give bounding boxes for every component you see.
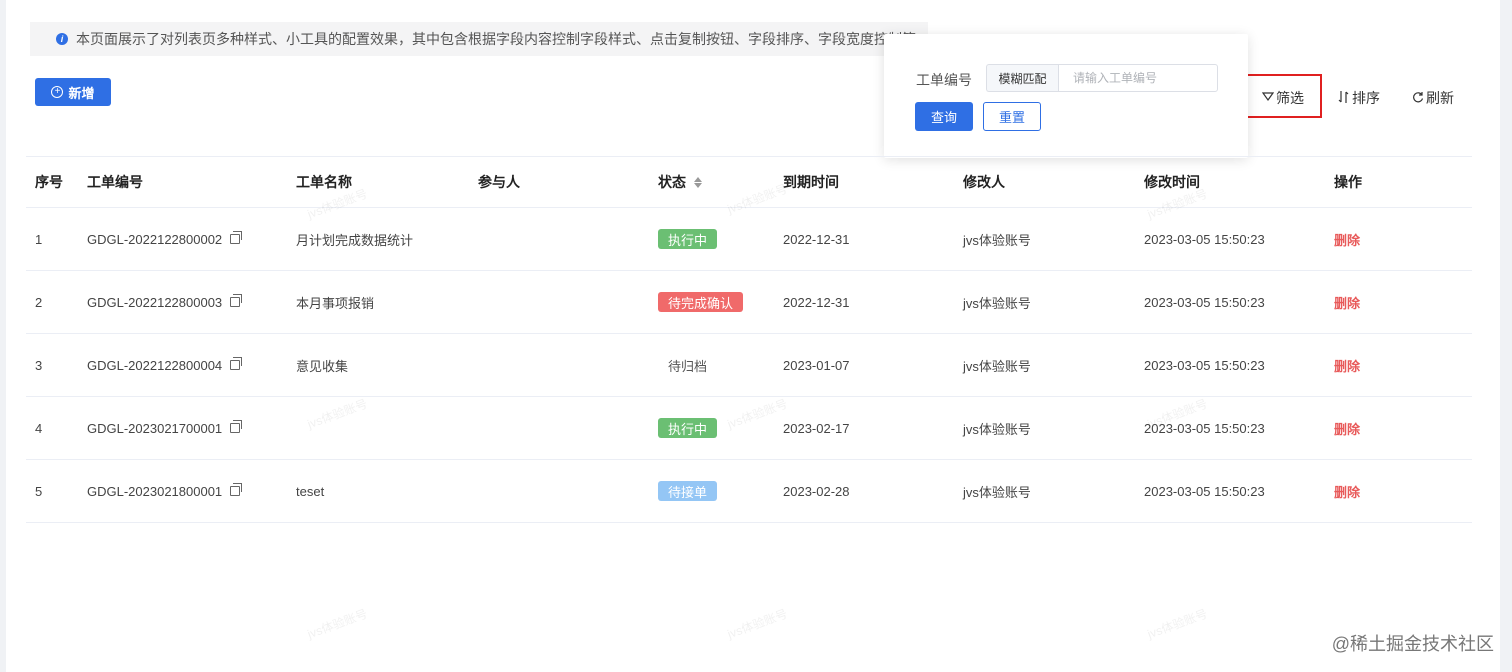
- delete-link[interactable]: 删除: [1334, 293, 1360, 312]
- cell-modifier: jvs体验账号: [963, 421, 1031, 437]
- filter-label: 筛选: [1276, 90, 1304, 106]
- cell-index: 4: [35, 420, 43, 436]
- cell-index: 2: [35, 294, 43, 310]
- filter-button[interactable]: 筛选: [1261, 88, 1304, 108]
- cell-code-text: GDGL-2023021700001: [87, 420, 223, 436]
- cell-code-text: GDGL-2023021800001: [87, 483, 223, 499]
- watermark-text: jvs体验账号: [305, 606, 370, 642]
- table-row: 5 GDGL-2023021800001 teset 待接单 2023-02-28 jvs…: [26, 460, 1472, 523]
- cell-status: 执行中: [658, 229, 718, 249]
- filter-popover: 工单编号 模糊匹配 查询 重置: [884, 34, 1248, 158]
- refresh-icon: [1412, 90, 1424, 106]
- cell-name: teset: [296, 483, 325, 499]
- table-row: 3 GDGL-2022122800004 意见收集 待归档 2023-01-07 jvs体…: [26, 334, 1472, 397]
- refresh-label: 刷新: [1426, 90, 1454, 106]
- col-header-code: 工单编号: [87, 174, 143, 190]
- cell-code-text: GDGL-2022122800004: [87, 357, 223, 373]
- refresh-button[interactable]: 刷新: [1412, 88, 1454, 108]
- copy-icon[interactable]: [230, 420, 243, 433]
- cell-modified: 2023-03-05 15:50:23: [1144, 294, 1265, 310]
- status-badge: 执行中: [658, 418, 718, 438]
- col-header-status[interactable]: 状态: [658, 172, 702, 192]
- cell-due: 2022-12-31: [783, 294, 850, 310]
- page: i 本页面展示了对列表页多种样式、小工具的配置效果，其中包含根据字段内容控制字段…: [6, 0, 1500, 672]
- cell-due: 2023-01-07: [783, 357, 850, 373]
- plus-circle-icon: +: [51, 86, 64, 98]
- cell-index: 1: [35, 231, 43, 247]
- watermark-text: jvs体验账号: [1145, 606, 1210, 642]
- col-header-name: 工单名称: [296, 174, 352, 190]
- footer-watermark: @稀土掘金技术社区: [1331, 634, 1494, 654]
- cell-code: GDGL-2022122800003: [87, 294, 243, 310]
- info-icon: i: [56, 33, 68, 45]
- notice-bar: i 本页面展示了对列表页多种样式、小工具的配置效果，其中包含根据字段内容控制字段…: [30, 22, 928, 56]
- copy-icon[interactable]: [230, 294, 243, 307]
- cell-index: 5: [35, 483, 43, 499]
- cell-code-text: GDGL-2022122800002: [87, 231, 223, 247]
- status-badge: 待接单: [658, 481, 718, 501]
- cell-status: 执行中: [658, 418, 718, 438]
- reset-button[interactable]: 重置: [983, 102, 1041, 131]
- cell-code: GDGL-2023021700001: [87, 420, 243, 436]
- sort-caret-icon[interactable]: [694, 176, 702, 188]
- col-header-action: 操作: [1334, 174, 1362, 190]
- cell-modified: 2023-03-05 15:50:23: [1144, 483, 1265, 499]
- table-row: 1 GDGL-2022122800002 月计划完成数据统计 执行中 2022-12-3…: [26, 208, 1472, 271]
- col-header-index: 序号: [35, 174, 63, 190]
- cell-due: 2022-12-31: [783, 231, 850, 247]
- cell-modifier: jvs体验账号: [963, 295, 1031, 311]
- cell-modified: 2023-03-05 15:50:23: [1144, 357, 1265, 373]
- col-header-modifier: 修改人: [963, 174, 1005, 190]
- cell-code: GDGL-2022122800002: [87, 231, 243, 247]
- cell-status: 待完成确认: [658, 292, 744, 312]
- notice-text: 本页面展示了对列表页多种样式、小工具的配置效果，其中包含根据字段内容控制字段样式…: [76, 31, 916, 47]
- col-header-status-label: 状态: [658, 174, 686, 190]
- cell-status: 待归档: [658, 355, 717, 375]
- cell-code-text: GDGL-2022122800003: [87, 294, 223, 310]
- filter-icon: [1261, 90, 1275, 106]
- table-row: 2 GDGL-2022122800003 本月事项报销 待完成确认 2022-12-31…: [26, 271, 1472, 334]
- sort-icon: [1338, 90, 1350, 107]
- copy-icon[interactable]: [230, 483, 243, 496]
- status-badge: 执行中: [658, 229, 718, 249]
- cell-status: 待接单: [658, 481, 718, 501]
- code-search-input[interactable]: [1058, 64, 1218, 92]
- cell-modifier: jvs体验账号: [963, 484, 1031, 500]
- cell-name: 意见收集: [296, 358, 349, 374]
- delete-link[interactable]: 删除: [1334, 419, 1360, 438]
- sort-label: 排序: [1352, 90, 1380, 106]
- cell-due: 2023-02-17: [783, 420, 850, 436]
- query-button[interactable]: 查询: [915, 102, 973, 131]
- sort-button[interactable]: 排序: [1338, 88, 1380, 108]
- cell-modified: 2023-03-05 15:50:23: [1144, 231, 1265, 247]
- delete-link[interactable]: 删除: [1334, 356, 1360, 375]
- filter-field-label: 工单编号: [916, 72, 972, 88]
- col-header-participants: 参与人: [478, 174, 520, 190]
- add-button-label: 新增: [68, 85, 95, 101]
- status-badge: 待完成确认: [658, 292, 744, 312]
- status-badge: 待归档: [668, 358, 708, 374]
- cell-code: GDGL-2022122800004: [87, 357, 243, 373]
- cell-modifier: jvs体验账号: [963, 358, 1031, 374]
- cell-due: 2023-02-28: [783, 483, 850, 499]
- cell-name: 本月事项报销: [296, 295, 375, 311]
- data-table: 序号 工单编号 工单名称 参与人 状态 到期时间 修改人 修改时间 操作 1 GD…: [26, 156, 1472, 523]
- delete-link[interactable]: 删除: [1334, 482, 1360, 501]
- copy-icon[interactable]: [230, 231, 243, 244]
- copy-icon[interactable]: [230, 357, 243, 370]
- add-button[interactable]: + 新增: [35, 78, 111, 106]
- col-header-due: 到期时间: [783, 174, 839, 190]
- cell-index: 3: [35, 357, 43, 373]
- delete-link[interactable]: 删除: [1334, 230, 1360, 249]
- watermark-text: jvs体验账号: [725, 606, 790, 642]
- match-mode-select[interactable]: 模糊匹配: [986, 64, 1058, 92]
- cell-name: 月计划完成数据统计: [296, 232, 414, 248]
- table-body: 1 GDGL-2022122800002 月计划完成数据统计 执行中 2022-12-3…: [26, 208, 1472, 523]
- cell-code: GDGL-2023021800001: [87, 483, 243, 499]
- cell-modifier: jvs体验账号: [963, 232, 1031, 248]
